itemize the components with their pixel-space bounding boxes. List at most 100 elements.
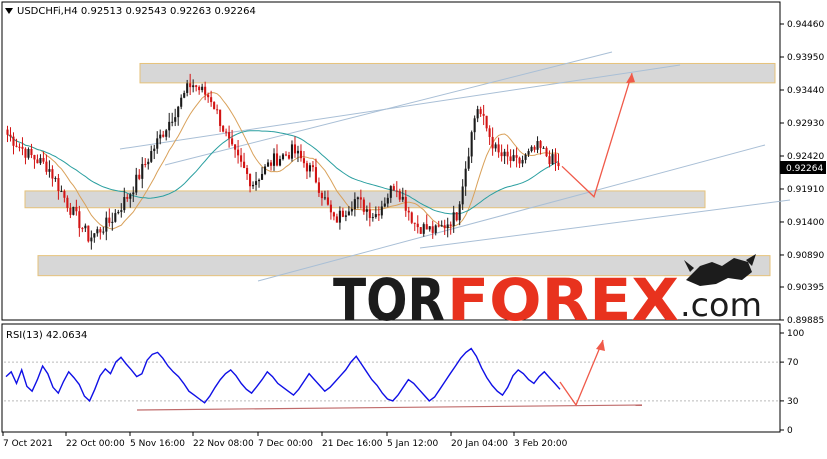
candle-body: [272, 153, 276, 166]
price-axis-label: 0.92420: [787, 152, 824, 162]
logo-tor: TOR: [333, 266, 445, 334]
candle-body: [108, 217, 111, 223]
time-axis-label: 5 Nov 16:00: [130, 439, 185, 449]
candle-body: [186, 83, 189, 93]
time-axis-label: 5 Jan 12:00: [387, 439, 439, 449]
candle-body: [69, 207, 72, 215]
candle-body: [246, 167, 249, 174]
candle-body: [509, 156, 512, 161]
rsi-panel[interactable]: [1, 323, 781, 433]
candle-body: [114, 213, 117, 222]
chart-header: USDCHFi,H4 0.92513 0.92543 0.92263 0.922…: [17, 6, 256, 17]
candle-body: [129, 194, 132, 199]
candle-body: [293, 144, 297, 154]
time-axis-label: 22 Oct 00:00: [66, 439, 125, 449]
candle-body: [422, 224, 425, 234]
candle-body: [156, 138, 159, 149]
candle-body: [482, 113, 485, 116]
candle-body: [51, 169, 54, 179]
time-axis-label: 7 Dec 00:00: [258, 439, 313, 449]
candle-body: [494, 144, 497, 149]
price-axis-label: 0.90890: [787, 251, 824, 261]
candle-body: [117, 211, 120, 214]
candle-body: [30, 149, 33, 156]
candle-body: [150, 151, 153, 162]
candle-body: [269, 162, 273, 166]
price-axis-label: 0.94460: [787, 20, 824, 30]
candle-body: [228, 132, 231, 139]
candle-body: [314, 167, 317, 183]
candle-body: [120, 210, 123, 212]
logo-dotcom: .com: [680, 286, 762, 324]
current-price-label: 0.92264: [786, 164, 823, 174]
candle-body: [281, 154, 285, 160]
candle-body: [216, 109, 219, 111]
candle-body: [159, 134, 162, 139]
candle-body: [201, 86, 204, 91]
candle-body: [377, 214, 380, 216]
candle-body: [317, 182, 320, 193]
candle-body: [63, 191, 66, 198]
candle-body: [539, 141, 542, 148]
rsi-axis-label: 30: [787, 397, 799, 407]
candle-body: [521, 159, 524, 164]
price-chart-window[interactable]: 0.94460 0.93950 0.93440 0.92930 0.92420 0.919…: [0, 0, 827, 455]
candle-body: [413, 222, 416, 224]
candle-body: [524, 154, 527, 160]
candle-body: [296, 150, 300, 154]
candle-body: [401, 196, 404, 200]
candle-body: [135, 174, 138, 193]
candle-body: [213, 102, 216, 110]
candle-body: [440, 225, 443, 227]
candle-body: [338, 210, 341, 223]
candle-body: [431, 226, 434, 233]
candle-body: [192, 85, 195, 88]
candle-body: [195, 85, 198, 87]
candle-body: [99, 229, 102, 233]
candle-body: [284, 154, 288, 156]
candle-body: [249, 173, 252, 187]
candle-body: [452, 212, 455, 227]
candle-body: [21, 146, 24, 149]
candle-body: [210, 97, 213, 103]
candle-body: [479, 109, 482, 114]
candle-body: [425, 224, 428, 230]
candle-body: [359, 197, 362, 200]
candle-body: [180, 97, 183, 107]
candle-body: [545, 147, 548, 157]
candle-body: [347, 211, 350, 216]
candle-body: [536, 141, 539, 150]
candle-body: [126, 197, 129, 199]
candle-body: [266, 162, 270, 167]
candle-body: [350, 208, 353, 212]
candle-body: [398, 191, 401, 200]
candle-body: [332, 212, 335, 217]
candle-body: [42, 157, 45, 162]
candle-body: [252, 184, 255, 187]
candle-body: [275, 153, 279, 166]
time-axis-label: 3 Feb 20:00: [514, 439, 568, 449]
candle-body: [66, 197, 69, 208]
candle-body: [123, 197, 126, 211]
candle-body: [476, 109, 479, 119]
price-axis-label: 0.93440: [787, 86, 824, 96]
candle-body: [530, 146, 533, 152]
candle-body: [320, 192, 323, 199]
candle-body: [231, 138, 234, 145]
candle-body: [548, 156, 551, 165]
candle-body: [132, 192, 135, 195]
time-axis-label: 21 Dec 16:00: [322, 439, 383, 449]
candle-body: [255, 181, 258, 185]
candle-body: [557, 162, 560, 167]
candle-body: [344, 215, 347, 217]
candle-body: [506, 151, 509, 157]
candle-body: [551, 154, 554, 165]
candle-body: [392, 186, 395, 191]
candle-body: [93, 233, 96, 238]
candle-body: [207, 94, 210, 98]
candle-body: [6, 129, 9, 135]
candle-body: [138, 174, 141, 179]
candle-body: [353, 199, 356, 209]
logo-forex: FOREX: [447, 266, 679, 334]
candle-body: [419, 227, 422, 234]
